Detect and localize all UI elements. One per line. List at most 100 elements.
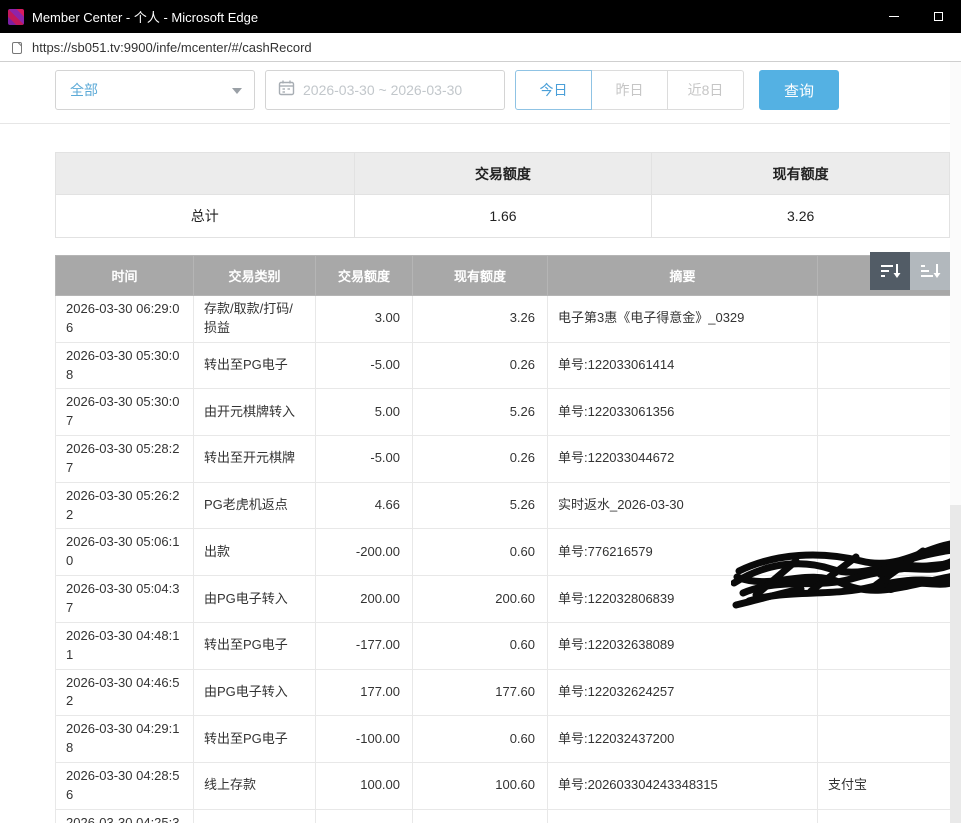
- address-bar[interactable]: https://sb051.tv:9900/infe/mcenter/#/cas…: [0, 33, 961, 62]
- cell-type: 转出至开元棋牌: [194, 436, 316, 483]
- table-row: 2026-03-30 04:25:34转出至PG电子-1.000.60单号:12…: [56, 809, 951, 823]
- search-button[interactable]: 查询: [759, 70, 839, 110]
- summary-header-row: 交易额度 现有额度: [56, 153, 950, 195]
- cell-summary: 单号:122032638089: [548, 622, 818, 669]
- filter-bar: 全部 2026-03-30 ~ 2026-03-30: [0, 62, 961, 110]
- cell-remark: [818, 809, 951, 823]
- cell-time: 2026-03-30 06:29:06: [56, 296, 194, 343]
- cell-summary: 单号:122032624257: [548, 669, 818, 716]
- summary-header-balance: 现有额度: [652, 153, 950, 195]
- cell-type: 转出至PG电子: [194, 716, 316, 763]
- cell-time: 2026-03-30 05:28:27: [56, 436, 194, 483]
- last8days-button[interactable]: 近8日: [667, 70, 744, 110]
- records-body: 2026-03-30 06:29:06存款/取款/打码/损益3.003.26电子…: [56, 296, 951, 824]
- cell-type: 线上存款: [194, 762, 316, 809]
- cell-summary: 单号:122033061356: [548, 389, 818, 436]
- cell-remark: [818, 529, 951, 576]
- cell-amount: -200.00: [316, 529, 413, 576]
- cell-balance: 100.60: [413, 762, 548, 809]
- today-button[interactable]: 今日: [515, 70, 592, 110]
- sort-controls: [870, 252, 950, 290]
- divider: [0, 123, 961, 124]
- maximize-icon: [934, 12, 943, 21]
- sort-ascending-icon: [919, 261, 941, 281]
- cell-amount: -1.00: [316, 809, 413, 823]
- cell-summary: 实时返水_2026-03-30: [548, 482, 818, 529]
- scrollbar[interactable]: [950, 62, 961, 823]
- cell-type: 由PG电子转入: [194, 576, 316, 623]
- maximize-button[interactable]: [916, 0, 961, 33]
- cell-time: 2026-03-30 04:46:52: [56, 669, 194, 716]
- cell-balance: 0.26: [413, 436, 548, 483]
- cell-time: 2026-03-30 04:29:18: [56, 716, 194, 763]
- cell-amount: 5.00: [316, 389, 413, 436]
- summary-total-balance: 3.26: [652, 195, 950, 238]
- table-row: 2026-03-30 05:28:27转出至开元棋牌-5.000.26单号:12…: [56, 436, 951, 483]
- summary-header-amount: 交易额度: [354, 153, 652, 195]
- cell-remark: [818, 436, 951, 483]
- yesterday-button[interactable]: 昨日: [591, 70, 668, 110]
- summary-total-row: 总计 1.66 3.26: [56, 195, 950, 238]
- window-controls: [871, 0, 961, 33]
- cell-type: 存款/取款/打码/损益: [194, 296, 316, 343]
- cell-balance: 3.26: [413, 296, 548, 343]
- summary-header-empty: [56, 153, 355, 195]
- cell-amount: -100.00: [316, 716, 413, 763]
- site-security-icon[interactable]: [10, 39, 24, 55]
- minimize-icon: [889, 16, 899, 17]
- cell-remark: [818, 716, 951, 763]
- cell-balance: 0.60: [413, 809, 548, 823]
- cell-amount: -5.00: [316, 342, 413, 389]
- cell-type: 转出至PG电子: [194, 622, 316, 669]
- cell-balance: 200.60: [413, 576, 548, 623]
- cell-summary: 单号:122032806839: [548, 576, 818, 623]
- header-time: 时间: [56, 256, 194, 296]
- table-row: 2026-03-30 05:30:07由开元棋牌转入5.005.26单号:122…: [56, 389, 951, 436]
- cell-balance: 177.60: [413, 669, 548, 716]
- window-title: Member Center - 个人 - Microsoft Edge: [32, 7, 871, 26]
- cell-amount: -5.00: [316, 436, 413, 483]
- date-range-input[interactable]: 2026-03-30 ~ 2026-03-30: [265, 70, 505, 110]
- category-select-value: 全部: [70, 80, 98, 100]
- cell-remark: [818, 389, 951, 436]
- cell-type: PG老虎机返点: [194, 482, 316, 529]
- cell-balance: 0.60: [413, 529, 548, 576]
- cell-remark: 支付宝: [818, 762, 951, 809]
- table-row: 2026-03-30 05:26:22PG老虎机返点4.665.26实时返水_2…: [56, 482, 951, 529]
- date-range-value: 2026-03-30 ~ 2026-03-30: [303, 82, 462, 98]
- cell-amount: 200.00: [316, 576, 413, 623]
- header-summary: 摘要: [548, 256, 818, 296]
- summary-total-label: 总计: [56, 195, 355, 238]
- cell-type: 由PG电子转入: [194, 669, 316, 716]
- cell-balance: 5.26: [413, 482, 548, 529]
- cell-time: 2026-03-30 05:26:22: [56, 482, 194, 529]
- table-row: 2026-03-30 04:28:56线上存款100.00100.60单号:20…: [56, 762, 951, 809]
- table-row: 2026-03-30 04:29:18转出至PG电子-100.000.60单号:…: [56, 716, 951, 763]
- category-select[interactable]: 全部: [55, 70, 255, 110]
- cell-amount: 177.00: [316, 669, 413, 716]
- sort-ascending-button[interactable]: [910, 252, 950, 290]
- titlebar: Member Center - 个人 - Microsoft Edge: [0, 0, 961, 33]
- cell-summary: 单号:776216579: [548, 529, 818, 576]
- table-row: 2026-03-30 05:30:08转出至PG电子-5.000.26单号:12…: [56, 342, 951, 389]
- cell-amount: 3.00: [316, 296, 413, 343]
- cell-summary: 单号:122032394474: [548, 809, 818, 823]
- records-header-row: 时间 交易类别 交易额度 现有额度 摘要 备注: [56, 256, 951, 296]
- cell-amount: -177.00: [316, 622, 413, 669]
- cell-time: 2026-03-30 04:48:11: [56, 622, 194, 669]
- page-content: 全部 2026-03-30 ~ 2026-03-30: [0, 62, 961, 823]
- cell-balance: 0.60: [413, 716, 548, 763]
- sort-descending-button[interactable]: [870, 252, 910, 290]
- header-type: 交易类别: [194, 256, 316, 296]
- summary-table: 交易额度 现有额度 总计 1.66 3.26: [55, 152, 950, 238]
- browser-window: Member Center - 个人 - Microsoft Edge http…: [0, 0, 961, 824]
- scrollbar-track[interactable]: [950, 505, 961, 823]
- table-row: 2026-03-30 04:46:52由PG电子转入177.00177.60单号…: [56, 669, 951, 716]
- url-text[interactable]: https://sb051.tv:9900/infe/mcenter/#/cas…: [32, 40, 312, 55]
- quick-range-group: 今日 昨日 近8日: [515, 70, 744, 110]
- edge-app-icon: [8, 9, 24, 25]
- cell-summary: 单号:122032437200: [548, 716, 818, 763]
- cell-type: 出款: [194, 529, 316, 576]
- minimize-button[interactable]: [871, 0, 916, 33]
- summary-total-amount: 1.66: [354, 195, 652, 238]
